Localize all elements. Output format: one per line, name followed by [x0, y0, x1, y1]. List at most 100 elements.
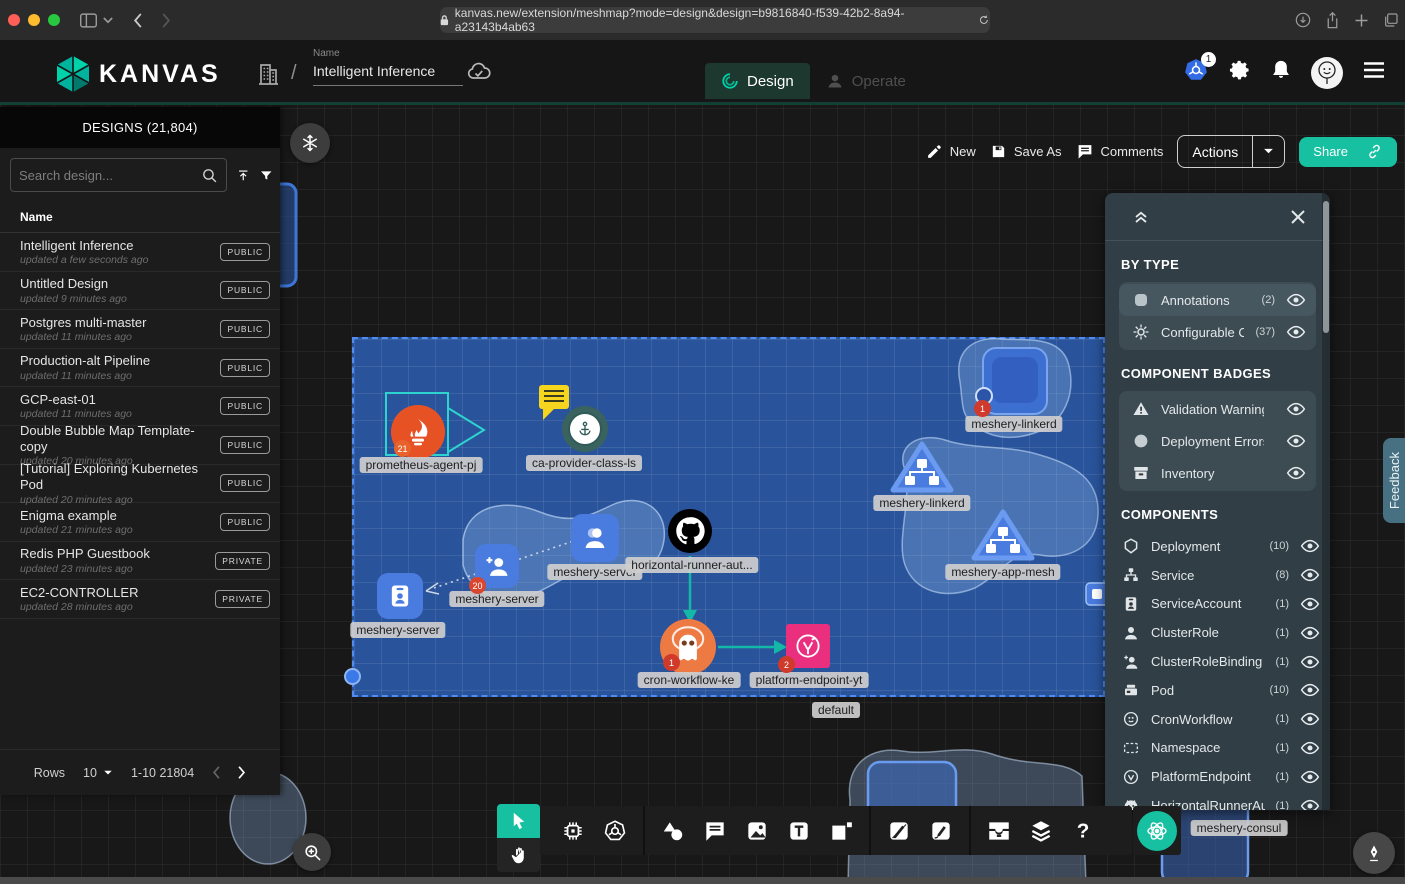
canvas-node-anchor[interactable]	[562, 406, 608, 452]
design-list-item[interactable]: Production-alt Pipeline updated 11 minut…	[0, 349, 280, 388]
panel-row-cronworkflow[interactable]: CronWorkflow (1)	[1105, 705, 1330, 734]
panel-row-annotation[interactable]: Annotations (2)	[1119, 284, 1316, 316]
panel-row-clusterrolebinding[interactable]: ClusterRoleBinding (1)	[1105, 647, 1330, 676]
traffic-zoom-button[interactable]	[48, 14, 60, 26]
panel-row-error[interactable]: Deployment Errors	[1119, 425, 1316, 457]
panel-row-inventory[interactable]: Inventory	[1119, 457, 1316, 489]
whiteboard-pen-tool-button[interactable]	[880, 811, 918, 851]
canvas-node-person[interactable]	[571, 514, 619, 562]
visibility-eye-icon[interactable]	[1286, 399, 1306, 419]
import-design-icon[interactable]	[237, 166, 250, 185]
new-button[interactable]: New	[926, 143, 976, 160]
comments-button[interactable]: Comments	[1076, 143, 1164, 160]
visibility-eye-icon[interactable]	[1286, 431, 1306, 451]
panel-row-platformendpoint[interactable]: PlatformEndpoint (1)	[1105, 762, 1330, 791]
traffic-minimize-button[interactable]	[28, 14, 40, 26]
tab-design[interactable]: Design	[705, 63, 810, 99]
browser-back-button[interactable]	[133, 13, 143, 28]
design-list-item[interactable]: Intelligent Inference updated a few seco…	[0, 233, 280, 272]
text-tool-button[interactable]	[780, 811, 818, 851]
shapes-tool-button[interactable]	[654, 811, 692, 851]
panel-row-clusterrole[interactable]: ClusterRole (1)	[1105, 618, 1330, 647]
panel-scrollbar[interactable]	[1322, 193, 1330, 810]
panel-row-service[interactable]: Service (8)	[1105, 561, 1330, 590]
share-button[interactable]: Share	[1299, 137, 1397, 167]
organization-icon[interactable]	[256, 58, 280, 91]
design-list-item[interactable]: [Tutorial] Exploring Kubernetes Pod upda…	[0, 465, 280, 504]
visibility-eye-icon[interactable]	[1286, 463, 1306, 483]
visibility-eye-icon[interactable]	[1300, 709, 1320, 729]
close-panel-icon[interactable]	[1290, 209, 1306, 225]
drawer-tool-button[interactable]	[980, 811, 1018, 851]
visibility-eye-icon[interactable]	[1286, 290, 1306, 310]
visibility-eye-icon[interactable]	[1286, 322, 1306, 342]
layers-tool-button[interactable]	[1022, 811, 1060, 851]
downloads-icon[interactable]	[1295, 12, 1311, 28]
pen-button[interactable]	[1353, 832, 1395, 874]
design-search-input[interactable]	[19, 168, 195, 183]
meshery-extension-button[interactable]	[1137, 811, 1177, 851]
reload-icon[interactable]	[978, 14, 990, 26]
notifications-button[interactable]	[1271, 59, 1291, 86]
kubernetes-tool-button[interactable]	[596, 811, 634, 851]
visibility-eye-icon[interactable]	[1300, 536, 1320, 556]
visibility-eye-icon[interactable]	[1300, 796, 1320, 810]
address-bar[interactable]: kanvas.new/extension/meshmap?mode=design…	[440, 7, 990, 33]
panel-row-serviceaccount[interactable]: ServiceAccount (1)	[1105, 590, 1330, 619]
prev-page-button[interactable]	[212, 766, 221, 779]
tab-operate[interactable]: Operate	[810, 63, 922, 99]
comment-tool-button[interactable]	[696, 811, 734, 851]
panel-row-deployment[interactable]: Deployment (10)	[1105, 532, 1330, 561]
panel-scrollbar-thumb[interactable]	[1323, 201, 1329, 333]
collapse-panel-icon[interactable]	[1131, 207, 1151, 227]
design-search-box[interactable]	[10, 158, 227, 192]
kubernetes-context-button[interactable]: 1	[1183, 57, 1209, 88]
design-list-item[interactable]: GCP-east-01 updated 11 minutes ago PUBLI…	[0, 387, 280, 426]
design-list-item[interactable]: Redis PHP Guestbook updated 23 minutes a…	[0, 542, 280, 581]
settings-button[interactable]	[1229, 59, 1251, 86]
tab-overview-icon[interactable]	[1383, 12, 1399, 28]
design-name-input[interactable]: Intelligent Inference	[313, 59, 463, 86]
panel-row-namespace[interactable]: Namespace (1)	[1105, 734, 1330, 763]
snowflake-button[interactable]	[290, 123, 330, 163]
canvas-node-deployment[interactable]	[982, 347, 1048, 415]
visibility-eye-icon[interactable]	[1300, 680, 1320, 700]
feedback-tab[interactable]: Feedback	[1383, 438, 1405, 523]
save-as-button[interactable]: Save As	[990, 143, 1062, 160]
visibility-eye-icon[interactable]	[1300, 738, 1320, 758]
traffic-close-button[interactable]	[8, 14, 20, 26]
design-list-item[interactable]: Enigma example updated 21 minutes ago PU…	[0, 503, 280, 542]
image-tool-button[interactable]	[738, 811, 776, 851]
design-list-item[interactable]: Postgres multi-master updated 11 minutes…	[0, 310, 280, 349]
browser-sidebar-button[interactable]	[80, 13, 97, 28]
canvas-node-triangle[interactable]	[968, 505, 1038, 567]
design-list-item[interactable]: Double Bubble Map Template-copy updated …	[0, 426, 280, 465]
canvas-node-github[interactable]	[668, 509, 712, 553]
visibility-eye-icon[interactable]	[1300, 767, 1320, 787]
visibility-eye-icon[interactable]	[1300, 565, 1320, 585]
help-tool-button[interactable]: ?	[1064, 811, 1102, 851]
sticky-tool-button[interactable]	[822, 811, 860, 851]
actions-caret[interactable]	[1252, 136, 1284, 167]
zoom-button[interactable]	[293, 833, 331, 871]
user-avatar[interactable]	[1311, 57, 1343, 89]
shape-annotation-arrow[interactable]	[448, 408, 484, 452]
kanvas-logo[interactable]: KANVAS	[55, 54, 221, 94]
browser-forward-button[interactable]	[161, 13, 171, 28]
panel-row-warning[interactable]: Validation Warnings	[1119, 393, 1316, 425]
canvas-node-idcard[interactable]	[377, 573, 423, 619]
menu-button[interactable]	[1363, 62, 1385, 83]
select-tool-button[interactable]	[497, 804, 540, 838]
next-page-button[interactable]	[237, 766, 246, 779]
pan-tool-button[interactable]	[497, 838, 540, 872]
visibility-eye-icon[interactable]	[1300, 652, 1320, 672]
browser-sidebar-chevron[interactable]	[103, 17, 113, 24]
panel-row-configurable[interactable]: Configurable Compon (37)	[1119, 316, 1316, 348]
actions-dropdown[interactable]: Actions	[1177, 135, 1285, 168]
rows-per-page-select[interactable]: 10	[83, 766, 113, 780]
freehand-tool-button[interactable]	[922, 811, 960, 851]
canvas-node-triangle[interactable]	[887, 437, 957, 499]
design-list-item[interactable]: Untitled Design updated 9 minutes ago PU…	[0, 272, 280, 311]
share-icon[interactable]	[1325, 12, 1340, 29]
selection-handle[interactable]	[344, 668, 361, 685]
